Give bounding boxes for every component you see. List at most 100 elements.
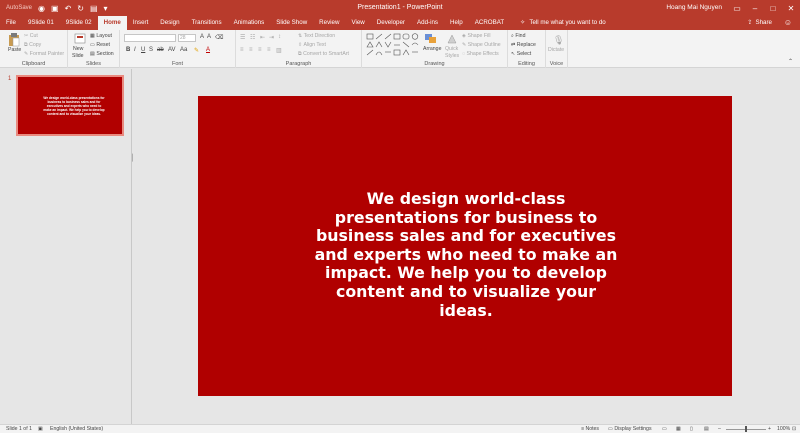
tab-developer[interactable]: Developer bbox=[371, 16, 411, 30]
tab-home[interactable]: Home bbox=[97, 16, 127, 30]
feedback-smiley-icon[interactable]: ☺ bbox=[784, 16, 792, 30]
bold-icon[interactable]: B bbox=[126, 47, 130, 53]
slide-thumbnail[interactable]: We design world-class presentations for … bbox=[16, 75, 124, 136]
text-direction-button[interactable]: ⇅ Text Direction bbox=[298, 33, 335, 39]
new-slide-icon[interactable] bbox=[74, 33, 86, 45]
tab-add-ins[interactable]: Add-ins bbox=[411, 16, 444, 30]
replace-button[interactable]: ⇄ Replace bbox=[511, 42, 536, 48]
collapse-ribbon-icon[interactable]: ⌃ bbox=[788, 58, 793, 65]
shrink-font-icon[interactable]: A bbox=[207, 34, 211, 40]
language-status[interactable]: English (United States) bbox=[50, 426, 103, 432]
autosave-label[interactable]: AutoSave bbox=[6, 5, 32, 11]
align-left-icon[interactable]: ≡ bbox=[240, 47, 244, 53]
user-name[interactable]: Hoang Mai Nguyen bbox=[666, 4, 722, 11]
slideshow-view-icon[interactable]: ▤ bbox=[704, 426, 709, 432]
italic-icon[interactable]: I bbox=[134, 47, 136, 53]
fit-slide-icon[interactable]: ⊡ bbox=[792, 426, 796, 432]
zoom-out-icon[interactable]: – bbox=[718, 426, 721, 432]
notes-button[interactable]: ≡ Notes bbox=[581, 426, 599, 432]
strikethrough-icon[interactable]: ab bbox=[157, 47, 164, 53]
paste-button[interactable]: Paste bbox=[8, 47, 21, 53]
align-text-button[interactable]: ⇳ Align Text bbox=[298, 42, 326, 48]
highlight-icon[interactable]: ✎ bbox=[194, 47, 199, 54]
tab-review[interactable]: Review bbox=[313, 16, 345, 30]
paste-icon[interactable] bbox=[8, 33, 20, 47]
slide[interactable]: We design world-class presentations for … bbox=[198, 96, 732, 396]
tab-animations[interactable]: Animations bbox=[228, 16, 271, 30]
slideshow-icon[interactable]: ▤ bbox=[90, 4, 98, 13]
section-button[interactable]: ▤ Section bbox=[90, 51, 114, 57]
shape-outline-button[interactable]: ✎ Shape Outline bbox=[462, 42, 501, 48]
reset-button[interactable]: ▭ Reset bbox=[90, 42, 110, 48]
tab-transitions[interactable]: Transitions bbox=[186, 16, 228, 30]
display-settings-button[interactable]: ▭ Display Settings bbox=[608, 426, 652, 432]
toggle-icon[interactable]: ◉ bbox=[38, 4, 45, 13]
copy-button[interactable]: ⧉ Copy bbox=[24, 42, 41, 49]
tab-help[interactable]: Help bbox=[444, 16, 469, 30]
columns-icon[interactable]: ▥ bbox=[276, 47, 282, 54]
arrange-button[interactable]: Arrange bbox=[423, 46, 441, 52]
close-icon[interactable]: ✕ bbox=[782, 0, 800, 16]
microphone-icon[interactable]: 🎙 bbox=[553, 35, 564, 46]
new-slide-button-line2[interactable]: Slide bbox=[72, 53, 84, 59]
tab-view[interactable]: View bbox=[345, 16, 370, 30]
zoom-slider-thumb[interactable] bbox=[745, 426, 747, 432]
shapes-gallery[interactable] bbox=[366, 33, 420, 57]
shape-fill-button[interactable]: ◈ Shape Fill bbox=[462, 33, 491, 39]
zoom-in-icon[interactable]: + bbox=[768, 426, 771, 432]
share-button[interactable]: ⇪ Share bbox=[747, 16, 772, 30]
select-button[interactable]: ↖ Select bbox=[511, 51, 531, 57]
reading-view-icon[interactable]: ▯ bbox=[690, 426, 693, 432]
slide-text-box[interactable]: We design world-class presentations for … bbox=[310, 189, 622, 320]
numbering-icon[interactable]: ☷ bbox=[250, 34, 255, 41]
minimize-icon[interactable]: – bbox=[746, 0, 764, 16]
layout-button[interactable]: ▦ Layout bbox=[90, 33, 112, 39]
shadow-icon[interactable]: S bbox=[149, 47, 153, 53]
zoom-level[interactable]: 100% bbox=[777, 426, 790, 432]
dictate-button[interactable]: Dictate bbox=[548, 47, 564, 53]
font-color-icon[interactable]: A bbox=[206, 47, 210, 53]
spelling-icon[interactable]: ▣ bbox=[38, 426, 43, 432]
tab-slide-show[interactable]: Slide Show bbox=[270, 16, 313, 30]
new-slide-button[interactable]: New bbox=[73, 46, 83, 52]
find-button[interactable]: ⌕ Find bbox=[511, 33, 525, 40]
quick-styles-icon[interactable] bbox=[446, 33, 458, 45]
font-size-input[interactable]: 28 bbox=[178, 34, 196, 42]
underline-icon[interactable]: U bbox=[141, 47, 145, 53]
redo-icon[interactable]: ↻ bbox=[77, 4, 84, 13]
spacing-icon[interactable]: AV bbox=[168, 47, 176, 53]
format-painter-label: Format Painter bbox=[29, 51, 65, 57]
bullets-icon[interactable]: ☰ bbox=[240, 34, 245, 41]
tab-9slide-01[interactable]: 9Slide 01 bbox=[22, 16, 60, 30]
slide-sorter-icon[interactable]: ▦ bbox=[676, 426, 681, 432]
clear-format-icon[interactable]: ⌫ bbox=[215, 34, 223, 41]
maximize-icon[interactable]: □ bbox=[764, 0, 782, 16]
decrease-indent-icon[interactable]: ⇤ bbox=[260, 34, 265, 41]
tab-file[interactable]: File bbox=[0, 16, 22, 30]
tab-insert[interactable]: Insert bbox=[127, 16, 154, 30]
increase-indent-icon[interactable]: ⇥ bbox=[269, 34, 274, 41]
ribbon-display-icon[interactable]: ▭ bbox=[728, 0, 746, 16]
tell-me-box[interactable]: ✧ Tell me what you want to do bbox=[510, 16, 606, 30]
align-right-icon[interactable]: ≡ bbox=[258, 47, 262, 53]
font-name-input[interactable] bbox=[124, 34, 176, 42]
arrange-icon[interactable] bbox=[424, 33, 438, 45]
justify-icon[interactable]: ≡ bbox=[267, 47, 271, 53]
smartart-button[interactable]: ⧉ Convert to SmartArt bbox=[298, 51, 349, 58]
grow-font-icon[interactable]: A bbox=[200, 34, 204, 40]
tab-acrobat[interactable]: ACROBAT bbox=[469, 16, 510, 30]
save-icon[interactable]: ▣ bbox=[51, 4, 59, 13]
quick-styles-button[interactable]: Quick bbox=[445, 46, 458, 52]
customize-qat-icon[interactable]: ▾ bbox=[104, 4, 108, 13]
change-case-icon[interactable]: Aa bbox=[180, 47, 187, 53]
quick-styles-button-line2[interactable]: Styles bbox=[445, 53, 459, 59]
format-painter-button[interactable]: ✎ Format Painter bbox=[24, 51, 64, 57]
cut-button[interactable]: ✂ Cut bbox=[24, 33, 38, 39]
normal-view-icon[interactable]: ▭ bbox=[662, 426, 667, 432]
tab-9slide-02[interactable]: 9Slide 02 bbox=[60, 16, 98, 30]
undo-icon[interactable]: ↶ bbox=[65, 4, 72, 13]
line-spacing-icon[interactable]: ↕ bbox=[278, 34, 281, 40]
tab-design[interactable]: Design bbox=[154, 16, 185, 30]
shape-effects-button[interactable]: ◌ Shape Effects bbox=[462, 51, 499, 57]
align-center-icon[interactable]: ≡ bbox=[249, 47, 253, 53]
